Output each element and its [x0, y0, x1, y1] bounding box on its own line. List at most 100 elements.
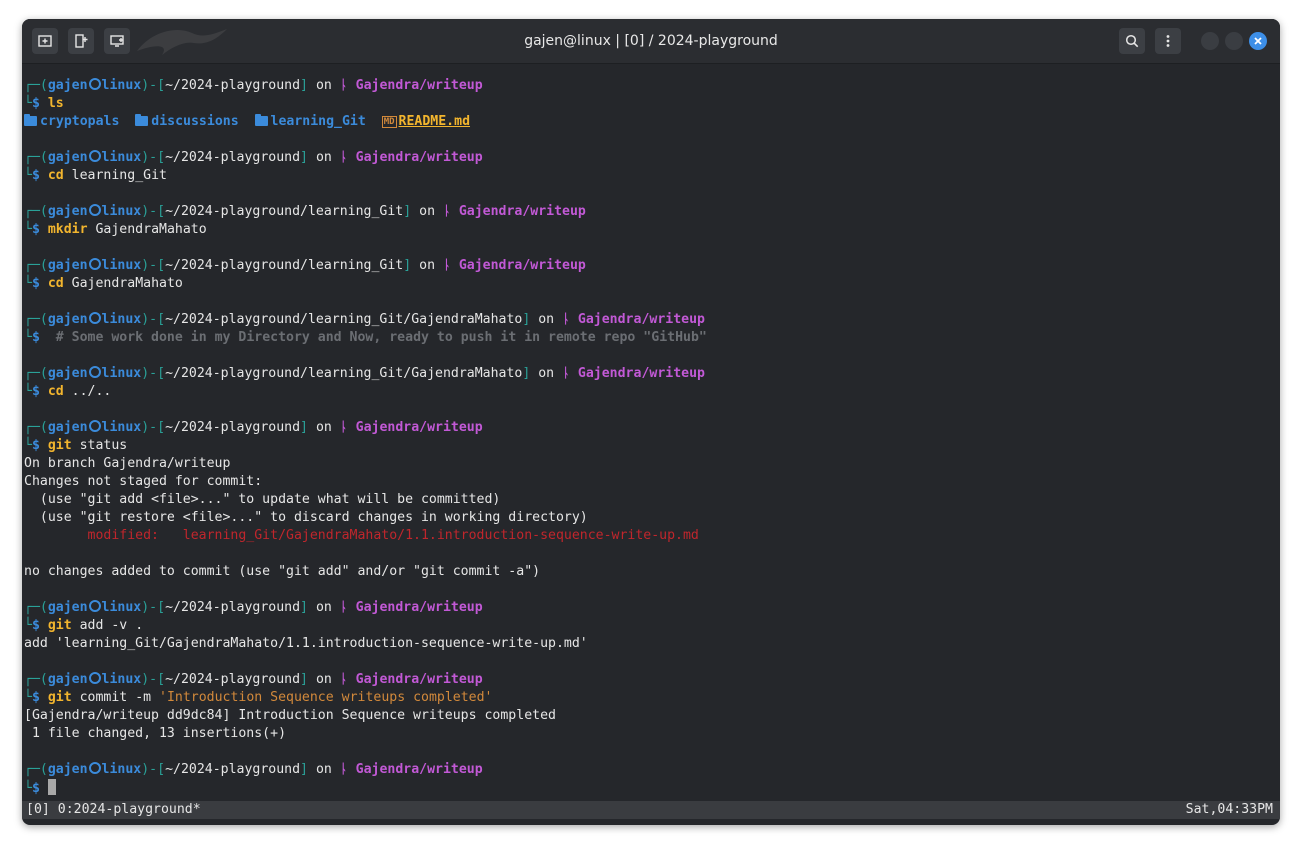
maximize-button[interactable]	[1225, 32, 1243, 50]
search-button[interactable]	[1119, 28, 1145, 54]
prompt-branch: Gajendra/writeup	[355, 150, 483, 165]
prompt-user: gajen	[47, 366, 88, 381]
git-branch-icon: ᚿ	[339, 150, 356, 165]
prompt-bracket: ]	[300, 78, 308, 93]
command-args: GajendraMahato	[63, 276, 183, 291]
command-line: └$ cd GajendraMahato	[24, 275, 183, 293]
file-entry[interactable]: README.md	[399, 114, 470, 129]
kali-dragon-logo	[137, 29, 227, 55]
kali-at-icon	[88, 150, 101, 162]
command-line: └$ # Some work done in my Directory and …	[24, 329, 707, 347]
command-args: commit -m	[71, 690, 160, 705]
prompt-on: on	[308, 420, 340, 435]
prompt-user: gajen	[47, 150, 88, 165]
minimize-button[interactable]	[1201, 32, 1219, 50]
command-name: git	[47, 690, 72, 705]
kali-at-icon	[88, 420, 101, 432]
kali-at-icon	[88, 78, 101, 90]
kali-at-icon	[88, 312, 101, 324]
prompt-dollar: $	[31, 222, 48, 237]
prompt-line: ┌─(gajen linux)-[~/2024-playground/learni…	[24, 203, 586, 221]
prompt-dollar: $	[31, 384, 48, 399]
prompt-branch: Gajendra/writeup	[577, 366, 705, 381]
prompt-on: on	[308, 762, 340, 777]
prompt-bracket: ┌─(	[24, 762, 48, 777]
prompt-dollar: $	[31, 438, 48, 453]
prompt-line: ┌─(gajen linux)-[~/2024-playground] on ᚿ …	[24, 149, 483, 167]
prompt-branch: Gajendra/writeup	[355, 420, 483, 435]
directory-entry[interactable]: cryptopals	[40, 114, 119, 129]
prompt-branch: Gajendra/writeup	[355, 672, 483, 687]
kali-at-icon	[88, 204, 101, 216]
prompt-on: on	[411, 258, 443, 273]
prompt-path: ~/2024-playground/learning_Git/GajendraM…	[165, 312, 523, 327]
command-string: 'Introduction Sequence writeups complete…	[159, 690, 493, 705]
command-args: ../..	[63, 384, 112, 399]
git-status-line: On branch Gajendra/writeup	[24, 456, 231, 471]
command-line: └$ cd learning_Git	[24, 167, 167, 185]
terminal-cursor[interactable]	[47, 779, 56, 795]
tmux-status-bar: [0] 0:2024-playground* Sat,04:33PM	[22, 801, 1280, 819]
prompt-user: gajen	[47, 204, 88, 219]
command-line: └$ cd ../..	[24, 383, 111, 401]
prompt-user: gajen	[47, 312, 88, 327]
prompt-corner: └	[24, 96, 32, 111]
prompt-on: on	[411, 204, 443, 219]
git-branch-icon: ᚿ	[339, 672, 356, 687]
tmux-clock: Sat,04:33PM	[1185, 802, 1273, 817]
command-line: └$ ls	[24, 95, 64, 113]
prompt-host: linux	[101, 762, 142, 777]
split-view-button[interactable]	[68, 28, 94, 54]
split-view-icon	[75, 34, 88, 48]
git-branch-icon: ᚿ	[562, 366, 578, 381]
prompt-corner: └	[24, 276, 32, 291]
git-branch-icon: ᚿ	[339, 78, 356, 93]
kali-at-icon	[88, 762, 101, 774]
prompt-bracket: ]	[300, 762, 308, 777]
new-tab-icon	[38, 35, 52, 47]
prompt-path: ~/2024-playground	[165, 420, 301, 435]
terminal-output[interactable]: ┌─(gajen linux)-[~/2024-playground] on ᚿ …	[24, 65, 1278, 801]
git-add-output: add 'learning_Git/GajendraMahato/1.1.int…	[24, 635, 588, 653]
prompt-bracket: ┌─(	[24, 366, 48, 381]
git-branch-icon: ᚿ	[339, 420, 356, 435]
prompt-host: linux	[101, 258, 142, 273]
menu-button[interactable]	[1155, 28, 1181, 54]
git-status-line: (use "git add <file>..." to update what …	[24, 491, 501, 509]
session-button[interactable]	[104, 28, 130, 54]
prompt-bracket: )-[	[141, 312, 166, 327]
prompt-dollar: $	[31, 168, 48, 183]
kali-at-icon	[88, 600, 101, 612]
prompt-bracket: )-[	[141, 420, 166, 435]
prompt-on: on	[530, 312, 563, 327]
prompt-on: on	[308, 600, 340, 615]
prompt-path: ~/2024-playground	[165, 78, 301, 93]
terminal-window: gajen@linux | [0] / 2024-playground ┌─(g…	[22, 19, 1280, 825]
folder-icon	[135, 114, 149, 126]
prompt-bracket: ┌─(	[24, 420, 48, 435]
new-tab-button[interactable]	[32, 28, 58, 54]
command-line: └$ git add -v .	[24, 617, 143, 635]
prompt-branch: Gajendra/writeup	[355, 762, 483, 777]
prompt-bracket: ┌─(	[24, 78, 48, 93]
prompt-dollar: $	[31, 618, 48, 633]
prompt-on: on	[308, 150, 340, 165]
prompt-line: ┌─(gajen linux)-[~/2024-playground] on ᚿ …	[24, 599, 483, 617]
prompt-host: linux	[101, 600, 142, 615]
git-status-line: modified: learning_Git/GajendraMahato/1.…	[24, 528, 699, 543]
prompt-bracket: ┌─(	[24, 312, 48, 327]
git-commit-output: [Gajendra/writeup dd9dc84] Introduction …	[24, 707, 556, 725]
command-args: learning_Git	[63, 168, 167, 183]
directory-entry[interactable]: discussions	[151, 114, 238, 129]
search-icon	[1125, 34, 1139, 48]
prompt-path: ~/2024-playground/learning_Git	[165, 258, 404, 273]
git-add-output: add 'learning_Git/GajendraMahato/1.1.int…	[24, 636, 588, 651]
directory-entry[interactable]: learning_Git	[271, 114, 366, 129]
prompt-bracket: )-[	[141, 762, 166, 777]
close-button[interactable]	[1249, 32, 1267, 50]
command-line: └$ git commit -m 'Introduction Sequence …	[24, 689, 492, 707]
prompt-bracket: ]	[403, 258, 412, 273]
prompt-bracket: )-[	[141, 672, 166, 687]
prompt-host: linux	[101, 420, 142, 435]
